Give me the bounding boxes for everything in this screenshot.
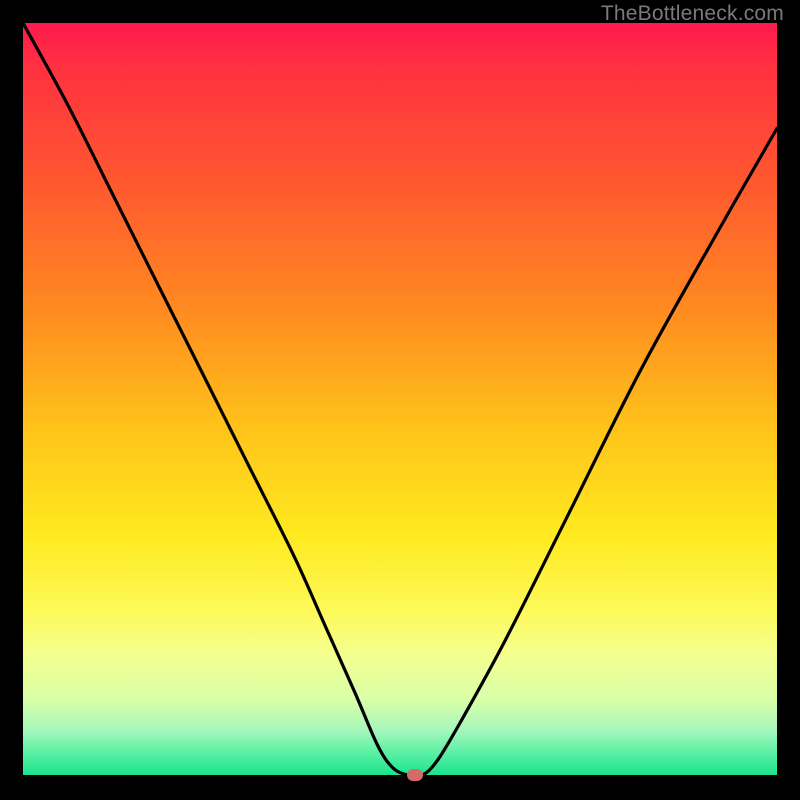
- bottleneck-curve: [23, 23, 777, 775]
- chart-frame: TheBottleneck.com: [0, 0, 800, 800]
- plot-area: [23, 23, 777, 775]
- watermark-label: TheBottleneck.com: [601, 2, 784, 26]
- minimum-marker-dot: [407, 769, 423, 781]
